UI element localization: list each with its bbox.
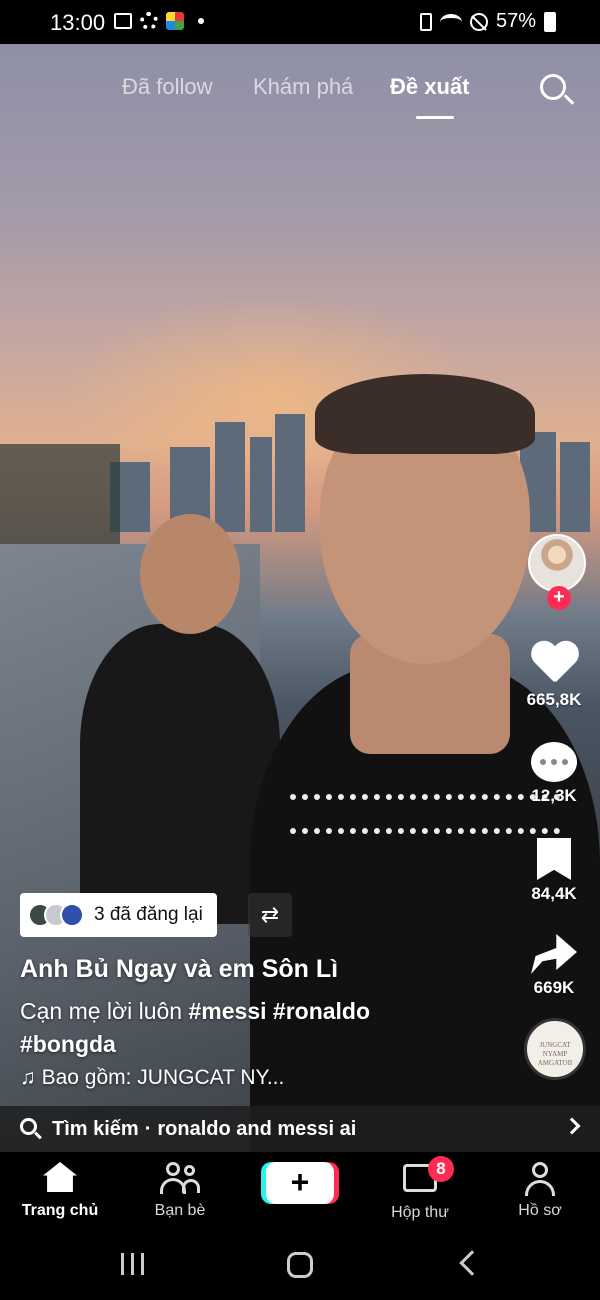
back-icon[interactable]	[459, 1250, 485, 1276]
plus-icon: +	[290, 1164, 310, 1200]
battery-icon	[544, 11, 556, 32]
repost-button[interactable]: ⇄	[248, 893, 292, 937]
app-notification-icon	[166, 12, 184, 30]
wifi-icon	[439, 13, 462, 30]
creator-username[interactable]: Anh Bủ Ngay và em Sôn Lì	[20, 955, 338, 984]
nav-friends[interactable]: Bạn bè	[130, 1162, 230, 1220]
search-icon	[540, 74, 566, 100]
battery-percent: 57%	[495, 10, 536, 32]
tab-following[interactable]: Đã follow	[122, 74, 212, 100]
video-player[interactable]	[0, 44, 600, 1152]
nav-inbox[interactable]: Hộp thư	[370, 1162, 470, 1222]
nav-home[interactable]: Trang chủ	[10, 1162, 110, 1220]
heart-icon	[530, 642, 578, 686]
hashtag-ronaldo[interactable]: #ronaldo	[273, 998, 370, 1024]
caption-text: Cạn mẹ lời luôn	[20, 998, 183, 1024]
system-home-icon[interactable]	[287, 1252, 313, 1278]
system-nav-bar	[0, 1228, 600, 1300]
hashtag-bongda[interactable]: #bongda	[20, 1031, 116, 1057]
search-button[interactable]	[538, 72, 575, 108]
repost-chip[interactable]: 3 đã đăng lại	[20, 893, 217, 937]
gallery-icon	[114, 13, 132, 29]
share-count: 669K	[533, 978, 575, 997]
search-query: ronaldo and messi ai	[157, 1117, 357, 1140]
bookmark-icon	[537, 838, 571, 880]
music-info[interactable]: ♫ Bao gồm: JUNGCAT NY...	[20, 1066, 284, 1090]
search-separator: ·	[144, 1117, 152, 1140]
feed-tabs: Đã follow Khám phá Đề xuất	[0, 74, 600, 124]
save-button[interactable]: 84,4K	[514, 838, 594, 904]
more-notifications-dot-icon	[198, 18, 204, 24]
post-caption[interactable]: Cạn mẹ lời luôn #messi #ronaldo #bongda	[20, 995, 460, 1061]
status-system-icons: 57%	[419, 10, 556, 33]
comment-button[interactable]: 12,3K	[514, 742, 594, 806]
follow-plus-button[interactable]: +	[547, 586, 571, 610]
chevron-right-icon	[563, 1117, 581, 1135]
home-icon	[43, 1162, 77, 1192]
like-count: 665,8K	[526, 690, 582, 709]
nav-profile-label: Hồ sơ	[518, 1202, 562, 1219]
status-notification-icons	[114, 12, 204, 30]
like-button[interactable]: 665,8K	[514, 642, 594, 710]
search-icon	[20, 1118, 42, 1140]
share-icon	[531, 934, 577, 974]
recent-apps-icon[interactable]	[121, 1253, 145, 1275]
do-not-disturb-icon	[469, 12, 488, 31]
inbox-badge: 8	[428, 1156, 454, 1182]
create-button[interactable]: +	[266, 1162, 334, 1204]
tab-for-you[interactable]: Đề xuất	[390, 74, 469, 100]
tab-explore[interactable]: Khám phá	[253, 74, 353, 100]
comment-icon	[531, 742, 577, 782]
status-time: 13:00	[50, 10, 106, 35]
repost-label: 3 đã đăng lại	[94, 904, 203, 925]
nav-friends-label: Bạn bè	[154, 1202, 206, 1219]
nav-home-label: Trang chủ	[21, 1202, 99, 1219]
nav-inbox-label: Hộp thư	[391, 1204, 449, 1221]
repost-avatars	[28, 903, 84, 927]
nav-profile[interactable]: Hồ sơ	[490, 1162, 590, 1220]
friends-icon	[160, 1162, 200, 1194]
share-button[interactable]: 669K	[514, 934, 594, 998]
music-disc[interactable]: JUNGCAT NYAMP AMGATOII	[524, 1018, 586, 1080]
search-prefix: Tìm kiếm	[52, 1117, 139, 1140]
search-suggestion-bar[interactable]: Tìm kiếm · ronaldo and messi ai	[0, 1106, 600, 1152]
status-bar: 13:00 57%	[0, 0, 600, 44]
bottom-nav: Trang chủ Bạn bè + Hộp thư 8 Hồ sơ	[0, 1152, 600, 1228]
repost-icon: ⇄	[260, 902, 280, 927]
profile-icon	[523, 1162, 557, 1196]
comment-count: 12,3K	[531, 786, 577, 805]
battery-saver-icon	[419, 12, 432, 31]
hashtag-messi[interactable]: #messi	[189, 998, 267, 1024]
save-count: 84,4K	[531, 884, 577, 903]
active-tab-indicator	[416, 116, 454, 119]
creator-avatar[interactable]	[528, 534, 586, 592]
settings-notification-icon	[140, 12, 158, 30]
